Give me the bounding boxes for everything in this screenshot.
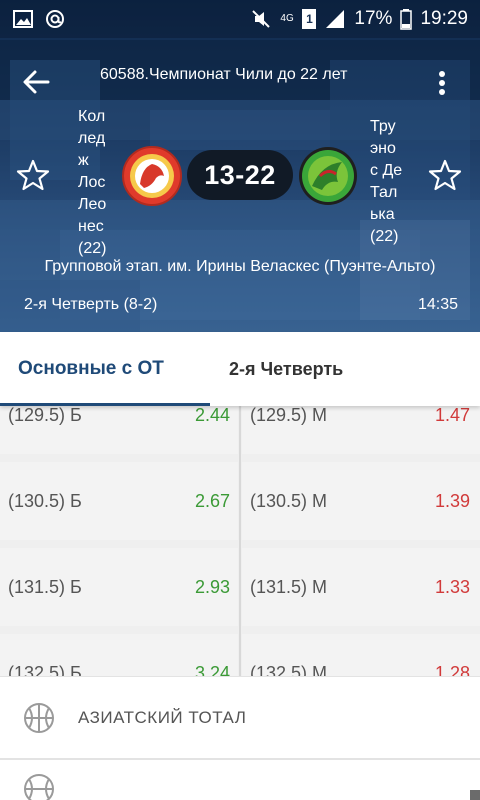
battery-icon <box>400 9 413 30</box>
under-label: (131.5) М <box>250 576 328 597</box>
over-bet-cell[interactable]: (129.5) Б 2.44 <box>0 406 238 454</box>
over-odd: 3.24 <box>194 662 230 677</box>
section-title: АЗИАТСКИЙ ТОТАЛ <box>78 707 247 727</box>
match-header: 4G 1 17% 19:29 60588.Чемпионат Чили до 2… <box>0 0 480 332</box>
image-icon <box>13 10 33 28</box>
under-odd: 1.47 <box>434 406 470 425</box>
over-bet-cell[interactable]: (130.5) Б 2.67 <box>0 462 238 540</box>
tab-main-with-ot[interactable]: Основные с ОТ <box>18 358 164 380</box>
tab-bar: Основные с ОТ 2-я Четверть <box>0 332 480 406</box>
over-bet-cell[interactable]: (132.5) Б 3.24 <box>0 634 238 676</box>
back-arrow-icon[interactable] <box>18 64 54 100</box>
status-bar: 4G 1 17% 19:29 <box>0 0 480 38</box>
top-bar: 60588.Чемпионат Чили до 22 лет <box>0 52 480 108</box>
favorite-star-icon-left[interactable] <box>16 158 50 192</box>
basketball-icon <box>24 774 54 800</box>
total-odds-grid: (129.5) Б 2.44 (129.5) М 1.47 (130.5) Б … <box>0 406 480 676</box>
under-bet-cell[interactable]: (129.5) М 1.47 <box>242 406 480 454</box>
game-clock: 14:35 <box>417 296 458 313</box>
signal-icon <box>326 10 345 28</box>
network-type: 4G <box>280 13 294 24</box>
mute-icon <box>252 10 271 28</box>
under-label: (130.5) М <box>250 490 328 511</box>
at-icon <box>46 10 64 28</box>
under-odd: 1.28 <box>434 662 470 677</box>
over-label: (132.5) Б <box>8 662 82 677</box>
over-label: (131.5) Б <box>8 576 82 597</box>
team-left-logo <box>122 146 182 206</box>
period-info: 2-я Четверть (8-2) <box>24 296 158 313</box>
over-bet-cell[interactable]: (131.5) Б 2.93 <box>0 548 238 626</box>
team-right-logo <box>299 147 357 205</box>
more-vert-icon[interactable] <box>430 64 454 100</box>
section-next[interactable] <box>0 758 480 800</box>
sim-badge: 1 <box>302 9 317 29</box>
under-bet-cell[interactable]: (132.5) М 1.28 <box>242 634 480 676</box>
over-label: (129.5) Б <box>8 406 82 425</box>
under-bet-cell[interactable]: (131.5) М 1.33 <box>242 548 480 626</box>
match-title: 60588.Чемпионат Чили до 22 лет <box>100 66 348 83</box>
under-odd: 1.33 <box>434 576 470 597</box>
under-bet-cell[interactable]: (130.5) М 1.39 <box>242 462 480 540</box>
clock-time: 19:29 <box>420 8 468 29</box>
tab-2nd-quarter[interactable]: 2-я Четверть <box>229 359 343 380</box>
basketball-icon <box>24 702 54 733</box>
team-left-name: Кол лед ж Лос Лео нес (22) <box>78 108 107 257</box>
scroll-corner <box>470 790 480 800</box>
under-label: (132.5) М <box>250 662 328 677</box>
tournament-stage: Групповой этап. им. Ирины Веласкес (Пуэн… <box>44 258 436 275</box>
under-label: (129.5) М <box>250 406 328 425</box>
column-divider <box>239 406 241 676</box>
over-odd: 2.44 <box>194 406 230 425</box>
battery-percent: 17% <box>354 8 393 29</box>
section-asian-total[interactable]: АЗИАТСКИЙ ТОТАЛ <box>0 676 480 758</box>
favorite-star-icon-right[interactable] <box>428 158 462 192</box>
active-tab-indicator <box>0 403 210 406</box>
over-odd: 2.67 <box>194 490 230 511</box>
team-right-name: Тру эно с Де Тал ька (22) <box>370 118 403 245</box>
match-score: 13-22 <box>187 150 293 200</box>
over-label: (130.5) Б <box>8 490 82 511</box>
under-odd: 1.39 <box>434 490 470 511</box>
over-odd: 2.93 <box>194 576 230 597</box>
